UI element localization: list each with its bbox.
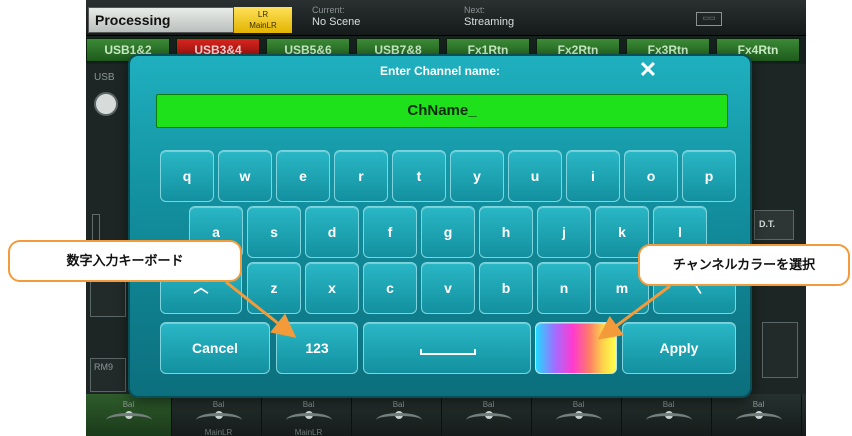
channel-color-callout: チャンネルカラーを選択 <box>638 244 850 286</box>
numeric-keyboard-callout-text: 数字入力キーボード <box>66 253 184 268</box>
numeric-arrow <box>225 280 297 338</box>
annotation-arrows <box>225 280 671 340</box>
numeric-keyboard-callout: 数字入力キーボード <box>8 240 242 282</box>
color-arrow <box>597 284 671 340</box>
channel-color-callout-text: チャンネルカラーを選択 <box>672 257 816 272</box>
page: Processing LR MainLR Current: No Scene N… <box>0 0 852 436</box>
